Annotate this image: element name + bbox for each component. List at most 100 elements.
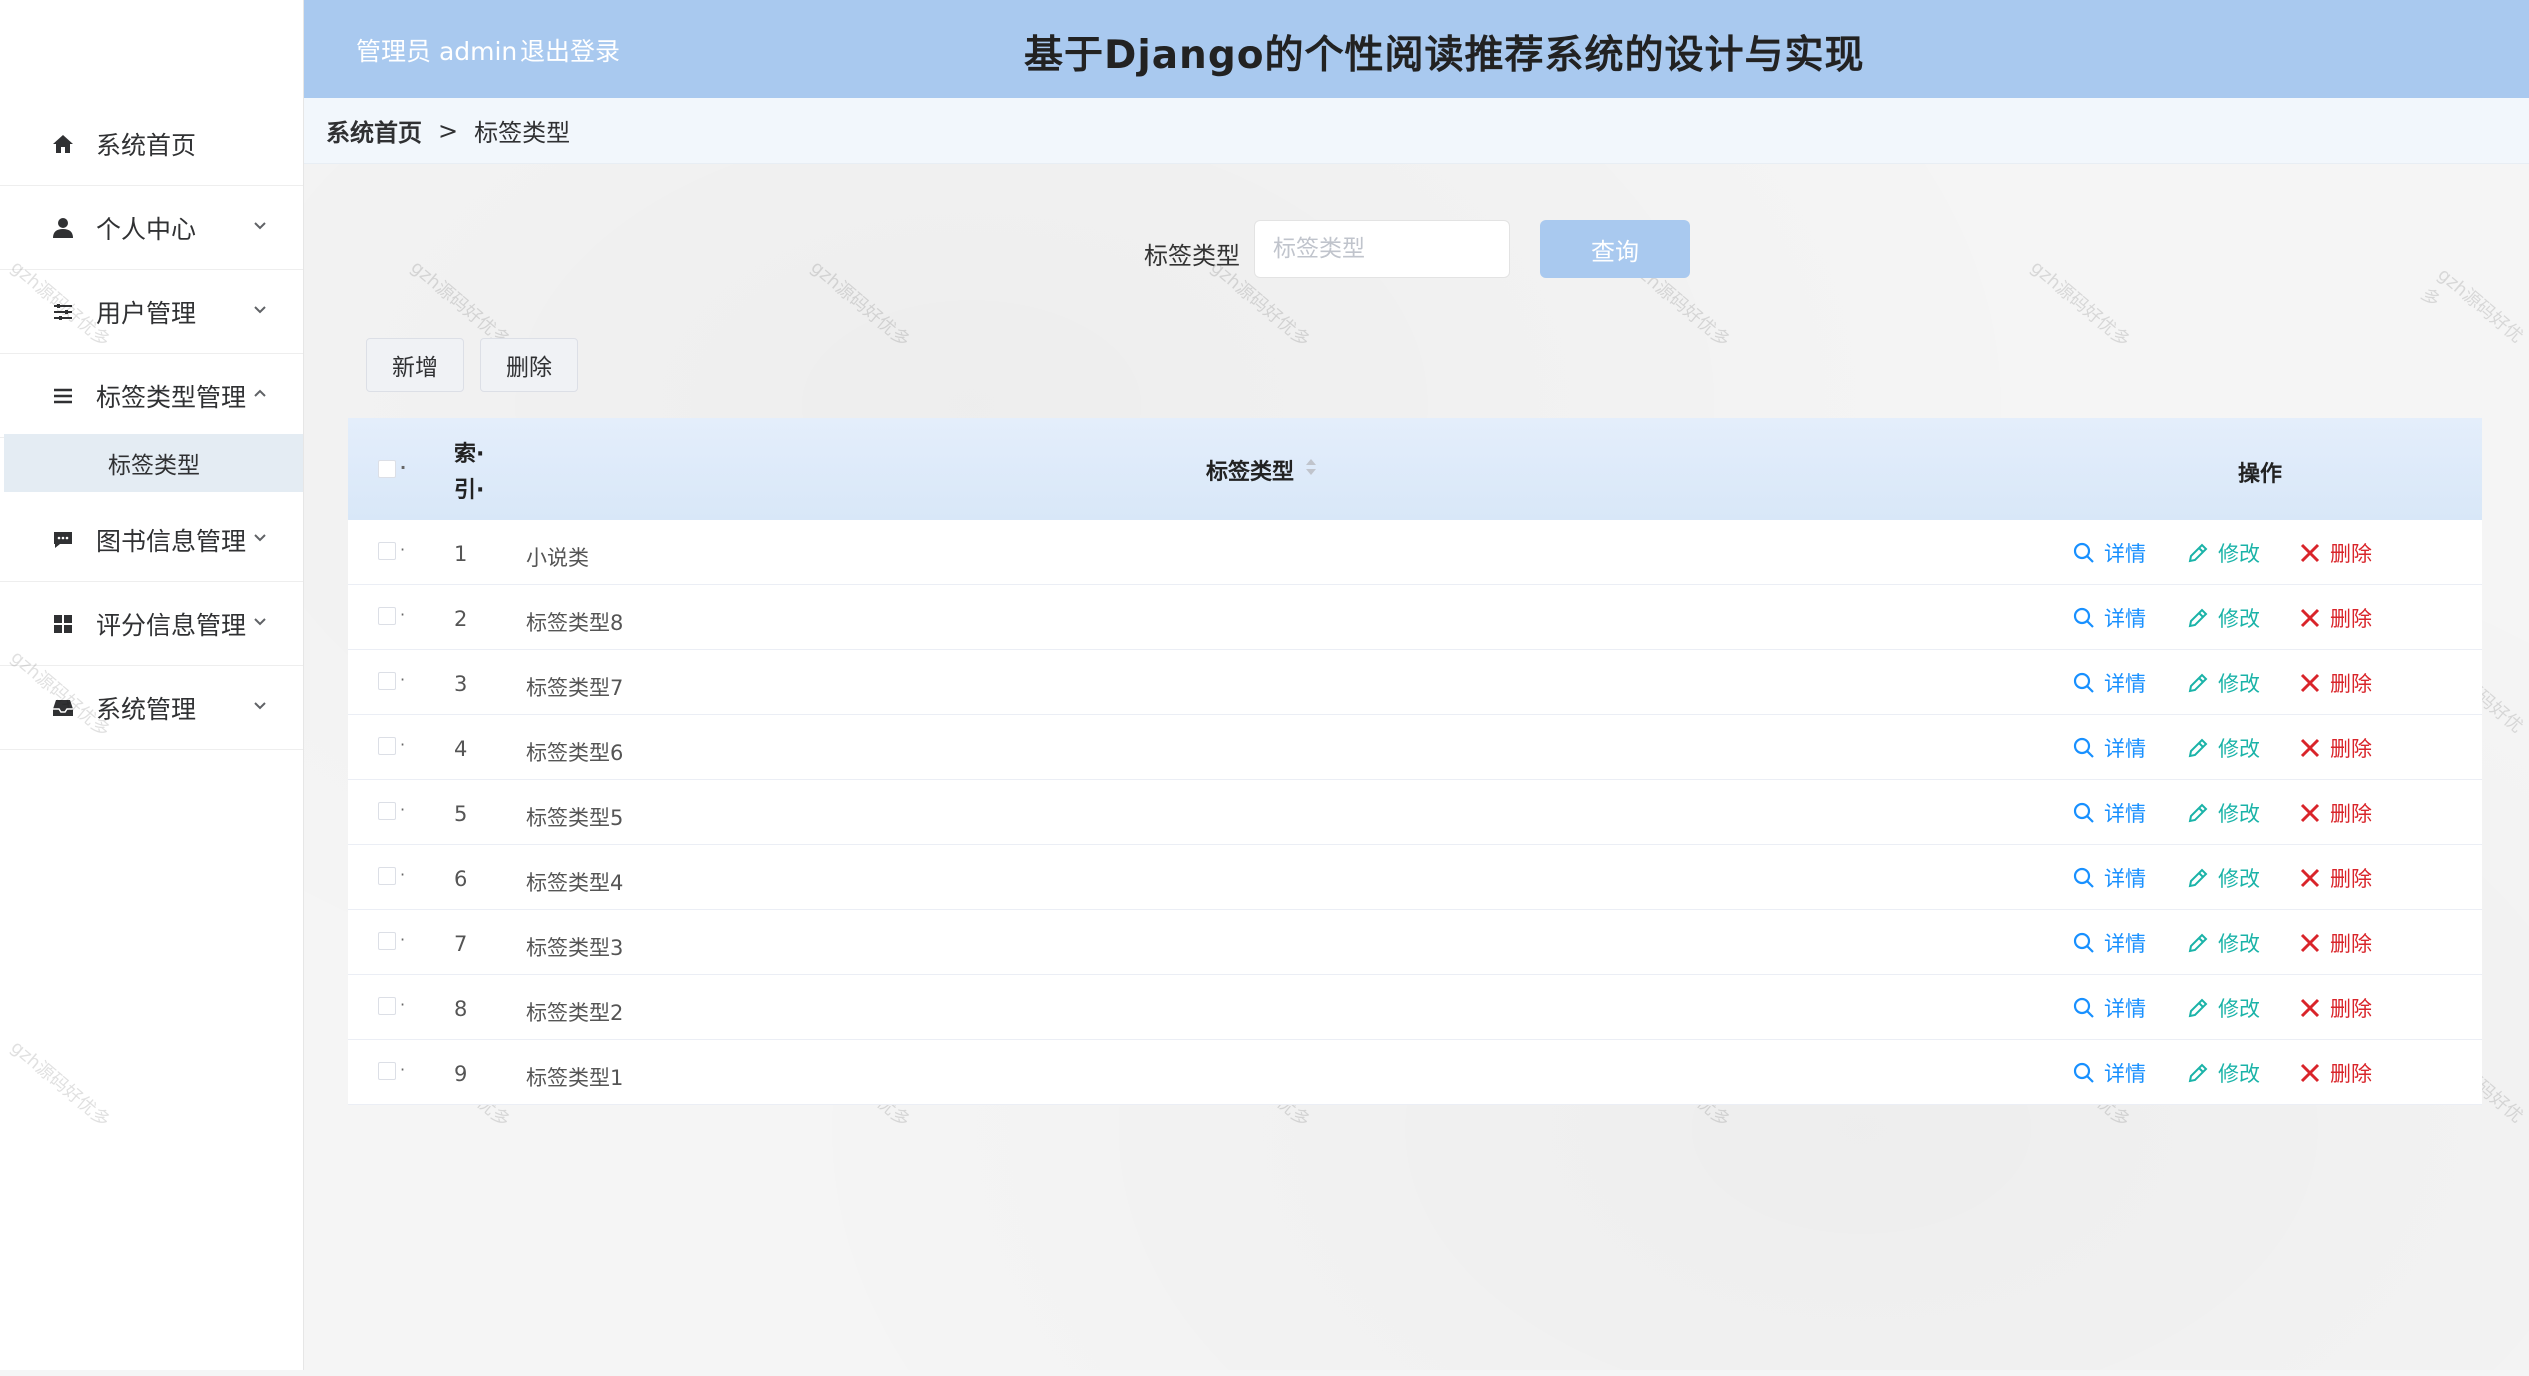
sidebar-item-books[interactable]: 图书信息管理: [0, 498, 303, 582]
detail-label: 详情: [2104, 867, 2146, 891]
row-checkbox[interactable]: [378, 542, 396, 560]
row-tag-type: 标签类型5: [526, 806, 624, 830]
page-title: 基于Django的个性阅读推荐系统的设计与实现: [1024, 33, 1865, 78]
table-row: · 7 标签类型3 详情 修改 删除: [348, 910, 2482, 975]
detail-button[interactable]: 详情: [2072, 538, 2146, 568]
delete-button[interactable]: 删除: [2298, 1058, 2372, 1088]
row-index: 9: [454, 1062, 468, 1086]
list-icon: [52, 385, 74, 407]
detail-label: 详情: [2104, 932, 2146, 956]
sidebar-item-ratings[interactable]: 评分信息管理: [0, 582, 303, 666]
row-checkbox[interactable]: [378, 737, 396, 755]
detail-label: 详情: [2104, 542, 2146, 566]
row-tag-type: 标签类型1: [526, 1066, 624, 1090]
edit-button[interactable]: 修改: [2186, 1058, 2260, 1088]
sidebar-item-system[interactable]: 系统管理: [0, 666, 303, 750]
edit-button[interactable]: 修改: [2186, 993, 2260, 1023]
row-index: 1: [454, 542, 468, 566]
select-all-checkbox[interactable]: [378, 460, 396, 478]
checkbox-marker: ·: [400, 800, 406, 819]
table-row: · 8 标签类型2 详情 修改 删除: [348, 975, 2482, 1040]
sidebar-item-personal[interactable]: 个人中心: [0, 186, 303, 270]
edit-label: 修改: [2218, 672, 2260, 696]
edit-icon: [2188, 998, 2208, 1018]
sidebar-item-home[interactable]: 系统首页: [0, 102, 303, 186]
detail-button[interactable]: 详情: [2072, 1058, 2146, 1088]
row-index: 5: [454, 802, 468, 826]
chevron-up-icon: [249, 382, 271, 404]
tag-type-table: · 索· 引· 标签类型 操作 · 1 小说类 详情 修改 删除 · 2 标签类…: [348, 418, 2482, 1105]
sort-icon[interactable]: [1304, 456, 1318, 484]
delete-label: 删除: [2330, 802, 2372, 826]
checkbox-marker: ·: [400, 930, 406, 949]
delete-button[interactable]: 删除: [2298, 863, 2372, 893]
detail-button[interactable]: 详情: [2072, 798, 2146, 828]
delete-button[interactable]: 删除: [2298, 928, 2372, 958]
row-checkbox[interactable]: [378, 607, 396, 625]
row-checkbox[interactable]: [378, 997, 396, 1015]
delete-button[interactable]: 删除: [2298, 993, 2372, 1023]
sidebar-item-users[interactable]: 用户管理: [0, 270, 303, 354]
row-checkbox[interactable]: [378, 672, 396, 690]
batch-delete-button[interactable]: 删除: [480, 338, 578, 392]
edit-button[interactable]: 修改: [2186, 863, 2260, 893]
checkbox-marker: ·: [400, 995, 406, 1014]
delete-button[interactable]: 删除: [2298, 668, 2372, 698]
close-icon: [2300, 543, 2320, 563]
table-row: · 5 标签类型5 详情 修改 删除: [348, 780, 2482, 845]
checkbox-marker: ·: [400, 1060, 406, 1079]
table-row: · 2 标签类型8 详情 修改 删除: [348, 585, 2482, 650]
edit-icon: [2188, 543, 2208, 563]
edit-button[interactable]: 修改: [2186, 603, 2260, 633]
table-body: · 1 小说类 详情 修改 删除 · 2 标签类型8 详情 修改 删除 · 3 …: [348, 520, 2482, 1105]
edit-button[interactable]: 修改: [2186, 798, 2260, 828]
detail-label: 详情: [2104, 737, 2146, 761]
add-button[interactable]: 新增: [366, 338, 464, 392]
edit-label: 修改: [2218, 542, 2260, 566]
edit-button[interactable]: 修改: [2186, 928, 2260, 958]
delete-button[interactable]: 删除: [2298, 798, 2372, 828]
edit-button[interactable]: 修改: [2186, 538, 2260, 568]
search-icon: [2073, 867, 2094, 888]
col-index-bottom: 引·: [454, 478, 485, 503]
row-checkbox[interactable]: [378, 867, 396, 885]
detail-button[interactable]: 详情: [2072, 733, 2146, 763]
row-checkbox[interactable]: [378, 802, 396, 820]
row-checkbox[interactable]: [378, 1062, 396, 1080]
col-type-header[interactable]: 标签类型: [1206, 454, 1294, 486]
edit-icon: [2188, 933, 2208, 953]
search-input[interactable]: [1254, 220, 1510, 278]
detail-button[interactable]: 详情: [2072, 928, 2146, 958]
sidebar-subitem-tag-type[interactable]: 标签类型: [4, 434, 303, 492]
detail-button[interactable]: 详情: [2072, 993, 2146, 1023]
edit-label: 修改: [2218, 997, 2260, 1021]
detail-button[interactable]: 详情: [2072, 603, 2146, 633]
row-checkbox[interactable]: [378, 932, 396, 950]
edit-button[interactable]: 修改: [2186, 733, 2260, 763]
breadcrumb-home[interactable]: 系统首页: [326, 113, 422, 148]
row-index: 8: [454, 997, 468, 1021]
edit-icon: [2188, 868, 2208, 888]
chevron-down-icon: [249, 526, 271, 548]
detail-label: 详情: [2104, 607, 2146, 631]
detail-button[interactable]: 详情: [2072, 668, 2146, 698]
top-header: 管理员 admin 退出登录 基于Django的个性阅读推荐系统的设计与实现: [304, 0, 2529, 98]
delete-label: 删除: [2330, 607, 2372, 631]
delete-button[interactable]: 删除: [2298, 733, 2372, 763]
delete-button[interactable]: 删除: [2298, 603, 2372, 633]
sidebar-item-label: 系统管理: [96, 694, 197, 724]
delete-button[interactable]: 删除: [2298, 538, 2372, 568]
search-icon: [2073, 802, 2094, 823]
search-icon: [2073, 737, 2094, 758]
row-tag-type: 标签类型3: [526, 936, 624, 960]
sidebar-item-tag-types[interactable]: 标签类型管理: [0, 354, 303, 438]
sidebar-item-label: 个人中心: [96, 214, 197, 244]
sidebar-item-label: 图书信息管理: [96, 526, 247, 556]
edit-label: 修改: [2218, 867, 2260, 891]
close-icon: [2300, 868, 2320, 888]
search-button[interactable]: 查询: [1540, 220, 1690, 278]
logout-link[interactable]: 退出登录: [520, 32, 620, 68]
edit-button[interactable]: 修改: [2186, 668, 2260, 698]
inbox-icon: [52, 697, 74, 719]
detail-button[interactable]: 详情: [2072, 863, 2146, 893]
